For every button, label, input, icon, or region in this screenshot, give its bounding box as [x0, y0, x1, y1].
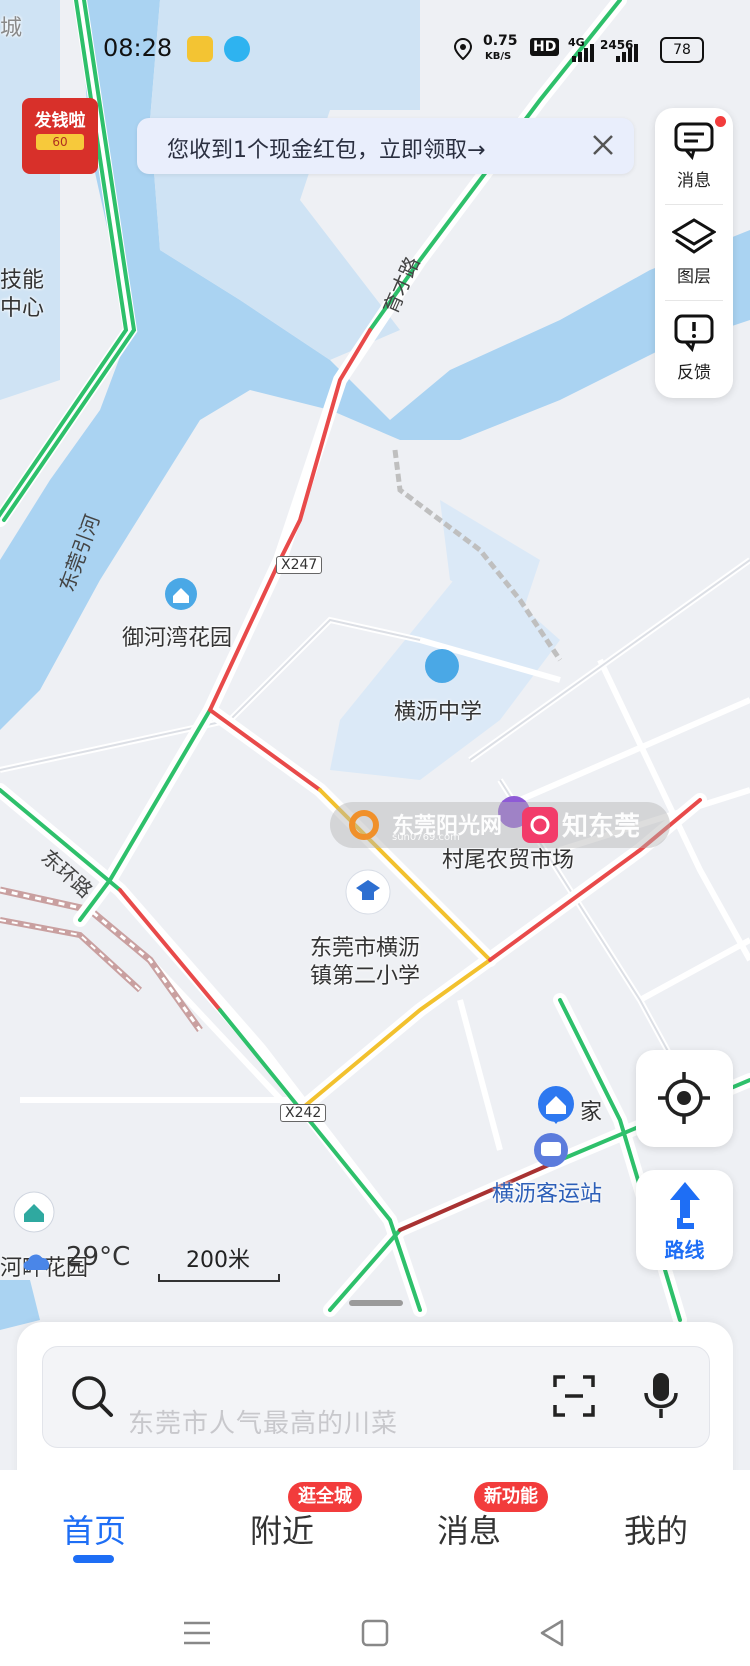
watermark-url: sun0769.com	[392, 832, 460, 843]
layers-label: 图层	[677, 267, 711, 287]
temperature: 29°C	[66, 1242, 131, 1272]
system-nav-bar	[0, 1580, 750, 1666]
tab-messages[interactable]: 消息	[437, 1506, 501, 1552]
scale-bar	[158, 1274, 280, 1282]
search-bar[interactable]: 东莞市人气最高的川菜	[42, 1346, 710, 1448]
net-speed: 0.75	[483, 33, 518, 49]
search-placeholder[interactable]: 东莞市人气最高的川菜	[128, 1403, 398, 1440]
road-shield-x247: X247	[276, 556, 323, 574]
map-tools-sidebar: 消息 图层 反馈	[655, 108, 733, 398]
residential-marker[interactable]	[165, 578, 197, 610]
microphone-icon[interactable]	[641, 1371, 681, 1421]
scan-icon[interactable]	[551, 1373, 597, 1419]
bus-station-marker[interactable]	[534, 1133, 568, 1167]
primary-school-marker[interactable]	[345, 869, 391, 915]
hd-indicator: HD	[530, 38, 560, 56]
banner-text[interactable]: 您收到1个现金红包，立即领取→	[167, 132, 485, 164]
tab-home[interactable]: 首页	[62, 1506, 126, 1552]
red-packet-promo[interactable]: 发钱啦 60	[22, 98, 98, 174]
school-marker[interactable]	[425, 649, 459, 683]
red-packet-banner[interactable]: 您收到1个现金红包，立即领取→	[137, 118, 634, 174]
battery-indicator: 78	[660, 37, 704, 63]
clock: 08:28	[103, 34, 173, 62]
home-square-icon[interactable]	[361, 1619, 389, 1647]
location-icon	[454, 38, 472, 60]
message-icon	[674, 122, 714, 161]
tab-home-indicator	[73, 1555, 114, 1563]
map-scale: 200米	[158, 1242, 280, 1282]
place-label-hengli-middle-school[interactable]: 横沥中学	[394, 694, 482, 726]
place-label-primary-school-2[interactable]: 镇第二小学	[310, 958, 420, 990]
app-notification-icon	[187, 36, 213, 62]
place-label-skill-center-2: 中心	[0, 296, 45, 321]
status-bar: 08:28 0.75 KB/S HD 4G 2456 78	[0, 0, 750, 100]
place-label-home[interactable]: 家	[580, 1094, 602, 1126]
feedback-icon	[674, 314, 714, 353]
road-shield-x242: X242	[280, 1104, 327, 1122]
sheet-drag-handle[interactable]	[349, 1300, 403, 1306]
menu-icon[interactable]	[182, 1620, 212, 1646]
place-label-bus-station[interactable]: 横沥客运站	[492, 1176, 602, 1208]
tab-mine[interactable]: 我的	[624, 1506, 688, 1552]
signal-icon	[572, 44, 638, 62]
layers-icon	[671, 218, 717, 254]
place-label-yuhewan[interactable]: 御河湾花园	[122, 620, 232, 652]
promo-tag-sub: 60	[36, 134, 84, 150]
scale-text: 200米	[186, 1248, 250, 1273]
close-icon[interactable]	[588, 130, 618, 160]
message-label: 消息	[677, 171, 711, 191]
eye-logo-icon	[522, 807, 558, 843]
sun-logo-icon	[349, 810, 379, 840]
qq-icon	[224, 36, 250, 62]
route-label: 路线	[664, 1238, 705, 1262]
layers-button[interactable]: 图层	[655, 204, 733, 298]
route-button[interactable]: 路线	[636, 1170, 733, 1270]
message-button[interactable]: 消息	[655, 108, 733, 202]
tab-nearby-badge: 逛全城	[288, 1482, 362, 1512]
watermark-brand-2: 知东莞	[562, 812, 641, 842]
watermark: 东莞阳光网 sun0769.com 知东莞	[330, 802, 670, 848]
cloud-icon	[23, 1254, 50, 1270]
back-icon[interactable]	[538, 1619, 566, 1647]
tab-nearby[interactable]: 附近	[250, 1506, 314, 1552]
bottom-tab-bar: 首页 附近 逛全城 消息 新功能 我的	[0, 1470, 750, 1580]
feedback-button[interactable]: 反馈	[655, 300, 733, 394]
crosshair-icon	[658, 1072, 710, 1124]
promo-tag-label: 发钱啦	[34, 111, 86, 131]
net-speed-unit: KB/S	[485, 51, 512, 62]
unread-dot	[715, 116, 726, 127]
tab-messages-badge: 新功能	[474, 1482, 548, 1512]
search-icon	[72, 1376, 113, 1417]
garden-marker[interactable]	[13, 1191, 55, 1233]
route-arrow-icon	[669, 1182, 700, 1229]
feedback-label: 反馈	[677, 363, 711, 383]
locate-me-button[interactable]	[636, 1050, 733, 1147]
